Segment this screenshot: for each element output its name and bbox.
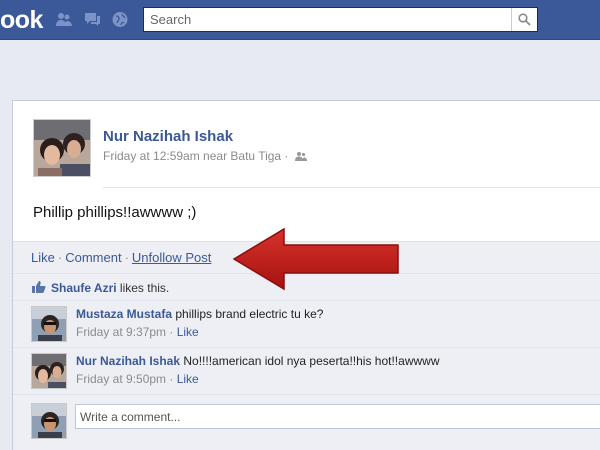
write-comment-row bbox=[13, 394, 600, 450]
post-message: Phillip phillips!!awwww ;) bbox=[33, 204, 197, 221]
likes-text: Shaufe Azri likes this. bbox=[51, 281, 169, 295]
unfollow-post-link[interactable]: Unfollow Post bbox=[132, 250, 211, 265]
author-name-link[interactable]: Nur Nazihah Ishak bbox=[103, 128, 233, 145]
thumbs-up-icon bbox=[31, 280, 46, 297]
comment-item: Mustaza Mustafa phillips brand electric … bbox=[13, 300, 600, 347]
comment-link[interactable]: Comment bbox=[65, 250, 121, 265]
magnifier-icon bbox=[518, 13, 531, 26]
commenter-avatar[interactable] bbox=[31, 353, 67, 389]
friend-requests-icon[interactable] bbox=[55, 11, 73, 28]
likes-suffix: likes this. bbox=[116, 281, 170, 295]
facebook-logo[interactable]: ook bbox=[0, 6, 43, 35]
annotation-arrow bbox=[232, 227, 399, 291]
post-timestamp[interactable]: Friday at 12:59am near Batu Tiga · bbox=[103, 149, 288, 163]
friends-audience-icon[interactable] bbox=[294, 151, 307, 165]
separator-dot: · bbox=[124, 250, 129, 265]
comment-timestamp[interactable]: Friday at 9:50pm · bbox=[76, 372, 177, 386]
top-navigation-bar: ook bbox=[0, 0, 600, 40]
post-meta: Friday at 12:59am near Batu Tiga · bbox=[103, 149, 307, 165]
comment-text: No!!!!american idol nya peserta!!his hot… bbox=[180, 354, 440, 368]
messages-icon[interactable] bbox=[83, 11, 101, 28]
header-divider bbox=[103, 187, 600, 188]
search-input[interactable] bbox=[144, 8, 511, 31]
notifications-globe-icon[interactable] bbox=[111, 11, 129, 28]
viewer-avatar bbox=[31, 403, 67, 439]
separator-dot: · bbox=[57, 250, 63, 265]
commenter-avatar[interactable] bbox=[31, 306, 67, 342]
post-actions: Like · Comment · Unfollow Post bbox=[31, 250, 211, 265]
commenter-name-link[interactable]: Nur Nazihah Ishak bbox=[76, 354, 180, 368]
commenter-name-link[interactable]: Mustaza Mustafa bbox=[76, 307, 172, 321]
comment-meta: Friday at 9:37pm · Like bbox=[76, 325, 199, 339]
search-button[interactable] bbox=[511, 8, 537, 31]
comment-body: Nur Nazihah Ishak No!!!!american idol ny… bbox=[76, 354, 439, 368]
comment-body: Mustaza Mustafa phillips brand electric … bbox=[76, 307, 323, 321]
like-link[interactable]: Like bbox=[31, 250, 55, 265]
comment-text: phillips brand electric tu ke? bbox=[172, 307, 324, 321]
liker-name-link[interactable]: Shaufe Azri bbox=[51, 281, 117, 295]
author-profile-photo[interactable] bbox=[33, 119, 91, 177]
comment-like-link[interactable]: Like bbox=[177, 325, 199, 339]
search-box bbox=[143, 7, 538, 32]
write-comment-input[interactable] bbox=[75, 404, 600, 429]
comment-meta: Friday at 9:50pm · Like bbox=[76, 372, 199, 386]
comment-item: Nur Nazihah Ishak No!!!!american idol ny… bbox=[13, 347, 600, 394]
comment-like-link[interactable]: Like bbox=[177, 372, 199, 386]
comment-timestamp[interactable]: Friday at 9:37pm · bbox=[76, 325, 177, 339]
